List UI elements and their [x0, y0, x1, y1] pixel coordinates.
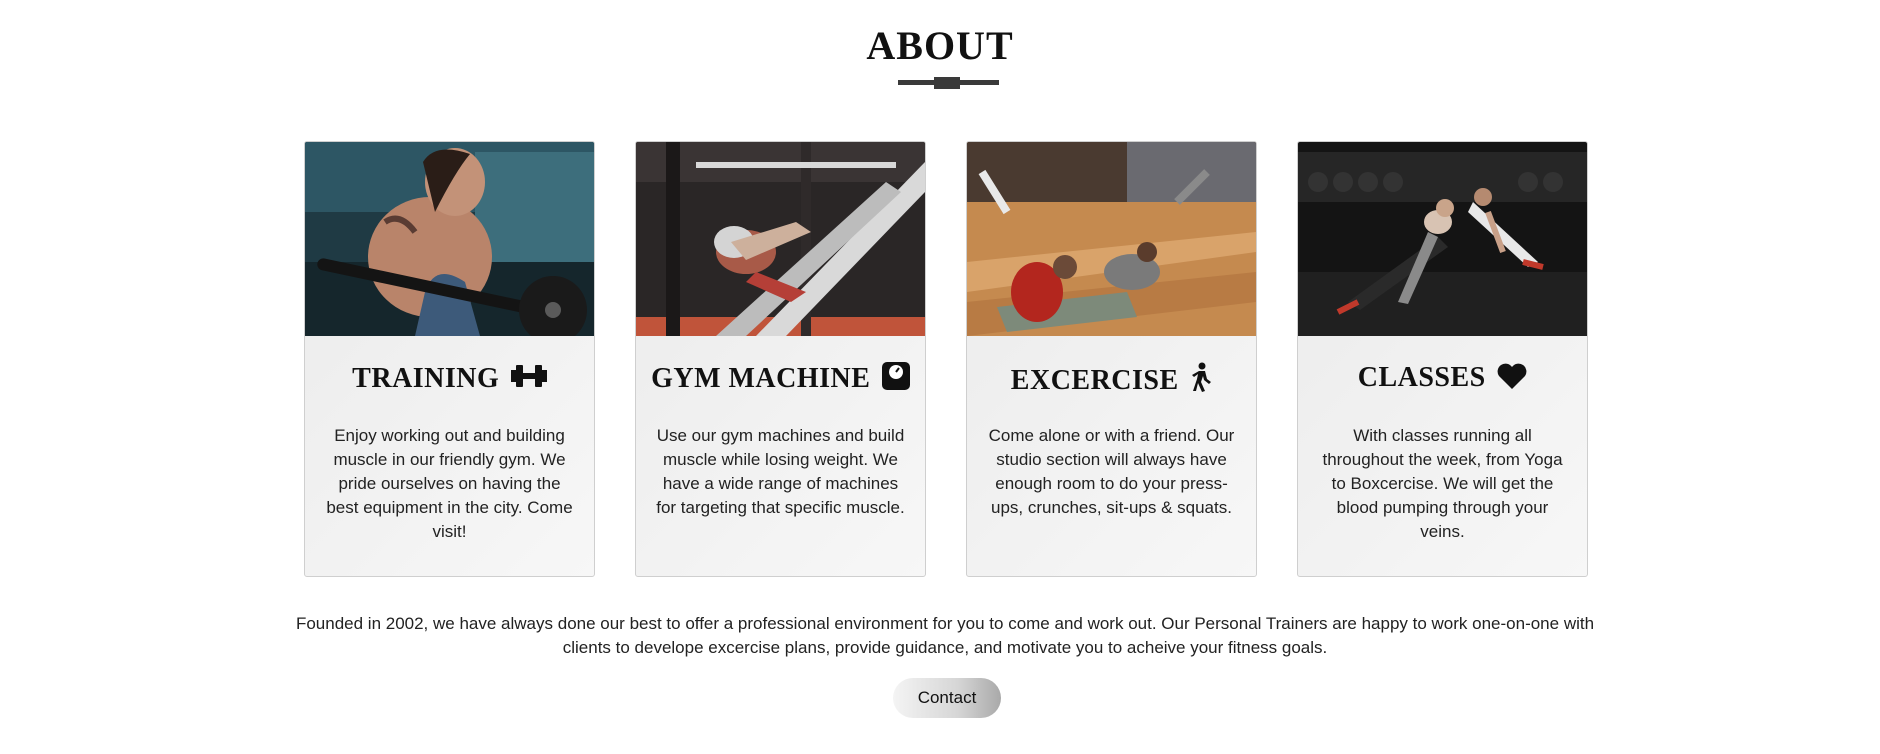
dumbbell-icon [510, 362, 547, 398]
card-gym-machine: GYM MACHINE Use our gym machines and bui… [635, 141, 926, 577]
card-title-classes: CLASSES [1298, 362, 1587, 397]
title-divider-knob [934, 77, 960, 89]
section-title: ABOUT [866, 23, 1014, 68]
card-title-text: EXCERCISE [1010, 365, 1179, 396]
card-text-training: Enjoy working out and building muscle in… [326, 426, 573, 541]
card-image-classes [1298, 142, 1587, 336]
contact-button[interactable]: Contact [893, 678, 1001, 718]
card-title-text: CLASSES [1357, 362, 1486, 393]
card-text-classes: With classes running all throughout the … [1322, 426, 1563, 541]
card-image-excercise [967, 142, 1256, 336]
card-title-excercise: EXCERCISE [967, 362, 1256, 400]
walking-person-icon [1190, 362, 1212, 400]
card-text-gym-machine: Use our gym machines and build muscle wh… [656, 426, 905, 517]
card-image-training [305, 142, 594, 336]
card-title-training: TRAINING [305, 362, 594, 398]
card-text-excercise: Come alone or with a friend. Our studio … [988, 426, 1235, 517]
card-title-gym-machine: GYM MACHINE [636, 362, 925, 398]
card-image-gym-machine [636, 142, 925, 336]
card-title-text: GYM MACHINE [651, 363, 871, 394]
scale-icon [881, 362, 910, 398]
feature-cards: TRAINING Enjoy working out and building … [304, 141, 1591, 579]
card-excercise: EXCERCISE Come alone or with a friend. O… [966, 141, 1257, 577]
heart-icon [1497, 363, 1527, 397]
about-section: ABOUT TRAINING Enjoy working out and bui… [0, 0, 1880, 754]
about-description: Founded in 2002, we have always done our… [295, 614, 1595, 657]
card-training: TRAINING Enjoy working out and building … [304, 141, 595, 577]
card-title-text: TRAINING [352, 363, 500, 394]
card-classes: CLASSES With classes running all through… [1297, 141, 1588, 577]
